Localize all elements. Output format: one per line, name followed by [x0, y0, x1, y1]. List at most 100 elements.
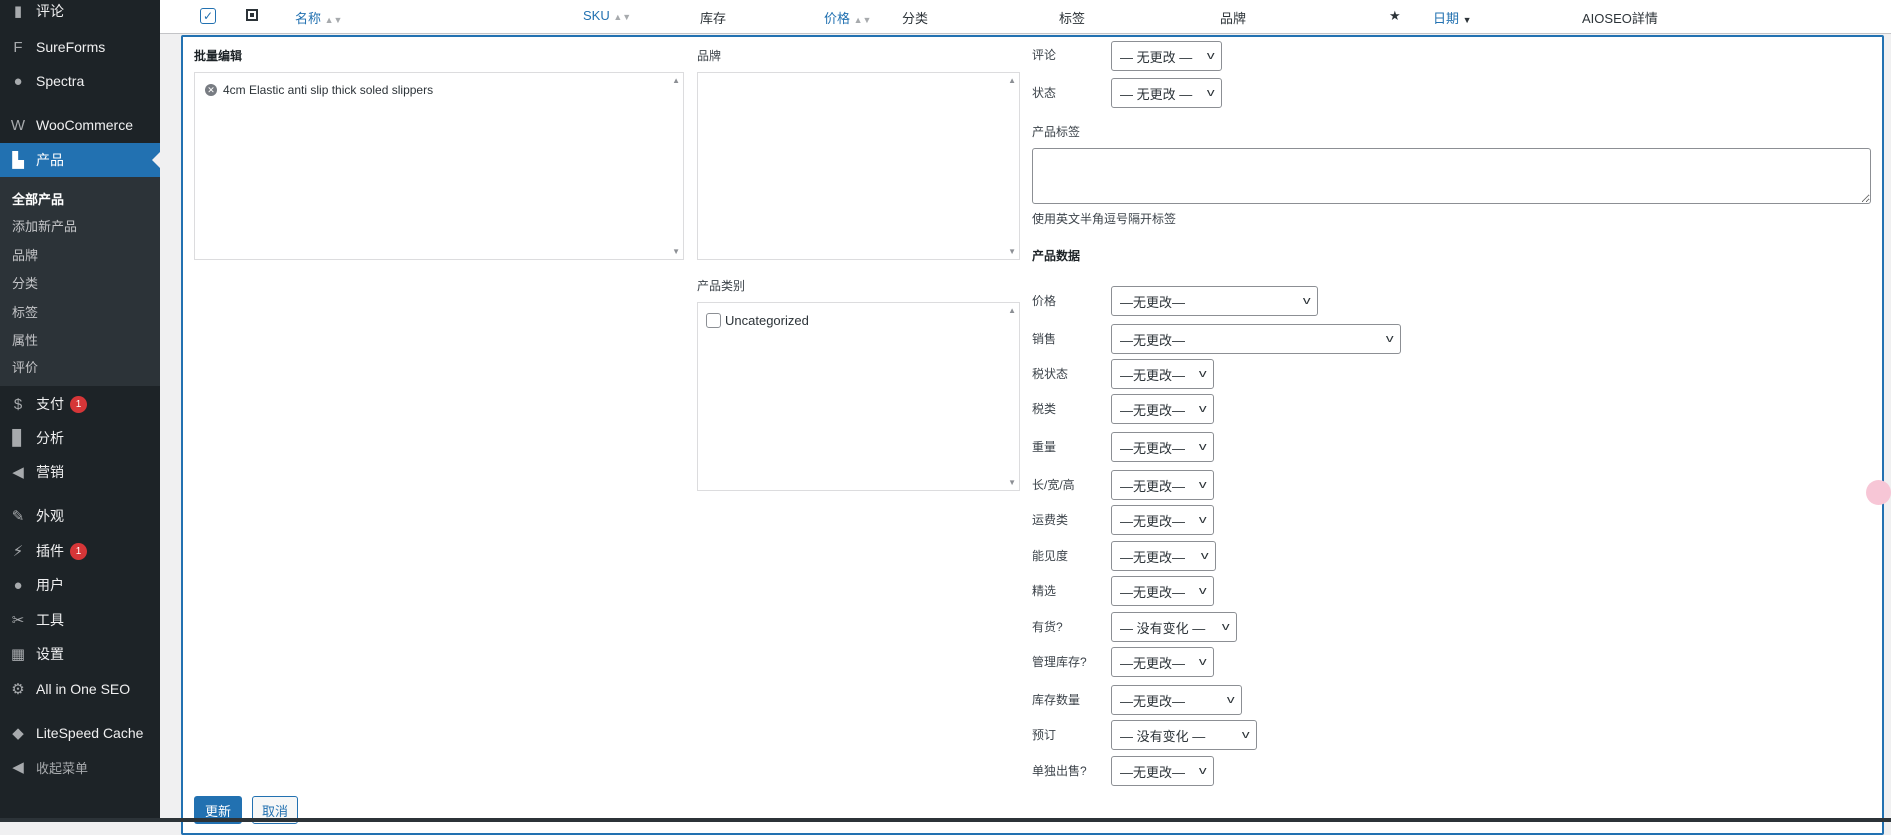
- sidebar-item-8[interactable]: ✎ 外观: [0, 499, 160, 533]
- collapse-icon: ◀: [12, 759, 24, 776]
- field-select[interactable]: —无更改— v: [1111, 359, 1214, 389]
- chevron-down-icon: v: [1198, 656, 1207, 668]
- field-select[interactable]: —无更改— v: [1111, 576, 1214, 606]
- scroll-up-icon[interactable]: ▲: [1008, 76, 1016, 85]
- column-aioseo: AIOSEO詳情: [1582, 11, 1658, 26]
- sidebar-item-11[interactable]: ✂ 工具: [0, 603, 160, 637]
- select-value: —无更改—: [1120, 402, 1186, 418]
- bottom-bar: [0, 818, 1891, 822]
- sidebar-item-7[interactable]: ◀ 营销: [0, 455, 160, 489]
- brand-list[interactable]: ▲ ▼: [697, 72, 1020, 260]
- sidebar-item-5[interactable]: $ 支付 1: [0, 387, 160, 421]
- select-value: —无更改—: [1120, 584, 1186, 600]
- sidebar-item-10[interactable]: ● 用户: [0, 568, 160, 602]
- scroll-down-icon[interactable]: ▼: [1008, 247, 1016, 256]
- sidebar-item-label: 评论: [36, 3, 64, 19]
- category-checkbox[interactable]: [706, 313, 721, 328]
- field-label: 有货?: [1032, 620, 1063, 634]
- sort-icon: ▲▼: [853, 15, 872, 25]
- payment-icon: $: [13, 395, 23, 413]
- notification-badge: 1: [70, 542, 87, 560]
- submenu-item[interactable]: 属性: [12, 330, 38, 349]
- settings-icon: ▦: [10, 646, 26, 663]
- column-price[interactable]: 价格 ▲▼: [824, 8, 871, 27]
- sidebar-item-12[interactable]: ▦ 设置: [0, 637, 160, 671]
- status-select[interactable]: — 无更改 — v: [1111, 78, 1222, 108]
- featured-star-icon[interactable]: ★: [1389, 8, 1401, 24]
- field-label: 价格: [1032, 294, 1057, 308]
- field-label: 重量: [1032, 440, 1057, 454]
- scroll-up-icon[interactable]: ▲: [1008, 306, 1016, 315]
- tags-hint: 使用英文半角逗号隔开标签: [1032, 212, 1177, 226]
- chevron-down-icon: v: [1200, 550, 1209, 562]
- field-label: 长/宽/高: [1032, 478, 1075, 492]
- select-value: — 无更改 —: [1120, 86, 1193, 102]
- sidebar-item-label: Spectra: [36, 73, 85, 89]
- category-name: Uncategorized: [725, 313, 809, 328]
- field-label: 预订: [1032, 728, 1057, 742]
- field-select[interactable]: —无更改— v: [1111, 432, 1214, 462]
- sidebar-item-6[interactable]: ▊ 分析: [0, 421, 160, 455]
- sort-icon: ▲▼: [324, 15, 343, 25]
- sidebar-item-15[interactable]: ◀ 收起菜单: [0, 750, 160, 784]
- submenu-item[interactable]: 评价: [12, 357, 38, 376]
- sureforms-icon: F: [13, 38, 23, 56]
- field-select[interactable]: — 没有变化 — v: [1111, 720, 1257, 750]
- bulk-edit-title: 批量编辑: [194, 49, 243, 63]
- remove-item-icon[interactable]: ✕: [205, 84, 217, 96]
- column-date[interactable]: 日期 ▼: [1433, 8, 1472, 27]
- chevron-down-icon: v: [1198, 368, 1207, 380]
- scroll-down-icon[interactable]: ▼: [672, 247, 680, 256]
- field-select[interactable]: —无更改— v: [1111, 505, 1214, 535]
- sidebar-item-4[interactable]: ▙ 产品: [0, 143, 160, 177]
- field-select[interactable]: —无更改— v: [1111, 756, 1214, 786]
- category-list[interactable]: Uncategorized ▲ ▼: [697, 302, 1020, 491]
- select-all-checkbox[interactable]: ✓: [200, 8, 216, 24]
- field-select[interactable]: —无更改— v: [1111, 324, 1401, 354]
- submenu-item[interactable]: 品牌: [12, 245, 38, 264]
- chevron-down-icon: v: [1198, 765, 1207, 777]
- category-option[interactable]: Uncategorized: [706, 313, 809, 328]
- spectra-icon: ●: [13, 72, 23, 90]
- column-name[interactable]: 名称 ▲▼: [295, 8, 342, 27]
- aioseo-icon: ⚙: [11, 681, 25, 698]
- sort-icon: ▲▼: [613, 12, 632, 22]
- submenu-item[interactable]: 分类: [12, 273, 38, 292]
- field-select[interactable]: — 没有变化 — v: [1111, 612, 1237, 642]
- megaphone-icon: ◀: [12, 464, 24, 481]
- sidebar-item-2[interactable]: ● Spectra: [0, 64, 160, 98]
- field-select[interactable]: —无更改— v: [1111, 541, 1216, 571]
- sort-icon: ▼: [1462, 15, 1472, 25]
- field-select[interactable]: —无更改— v: [1111, 394, 1214, 424]
- select-value: — 没有变化 —: [1120, 728, 1206, 744]
- scroll-down-icon[interactable]: ▼: [1008, 478, 1016, 487]
- sidebar-item-1[interactable]: F SureForms: [0, 30, 160, 64]
- submenu-item[interactable]: 标签: [12, 302, 38, 321]
- submenu-item[interactable]: 添加新产品: [12, 216, 77, 235]
- field-label: 精选: [1032, 584, 1057, 598]
- sidebar-item-0[interactable]: ▮ 评论: [0, 0, 160, 28]
- field-select[interactable]: —无更改— v: [1111, 647, 1214, 677]
- tags-label: 产品标签: [1032, 125, 1081, 139]
- chevron-down-icon: v: [1206, 50, 1215, 62]
- submenu-item[interactable]: 全部产品: [12, 189, 64, 208]
- sidebar-item-label: 产品: [36, 152, 64, 168]
- column-category: 分类: [902, 11, 929, 26]
- tags-textarea[interactable]: [1032, 148, 1871, 204]
- sidebar-item-3[interactable]: W WooCommerce: [0, 108, 160, 142]
- selected-items-list[interactable]: ✕ 4cm Elastic anti slip thick soled slip…: [194, 72, 684, 260]
- floating-assistant-icon[interactable]: [1866, 480, 1891, 505]
- comment-icon: ▮: [13, 3, 23, 20]
- select-value: —无更改—: [1120, 693, 1186, 709]
- field-select[interactable]: —无更改— v: [1111, 470, 1214, 500]
- field-select[interactable]: —无更改— v: [1111, 286, 1318, 316]
- scroll-up-icon[interactable]: ▲: [672, 76, 680, 85]
- column-stock: 库存: [700, 11, 727, 26]
- sidebar-item-14[interactable]: ◆ LiteSpeed Cache: [0, 716, 160, 750]
- column-sku[interactable]: SKU ▲▼: [583, 8, 631, 23]
- chevron-down-icon: v: [1302, 295, 1311, 307]
- field-select[interactable]: —无更改— v: [1111, 685, 1242, 715]
- comments-select[interactable]: — 无更改 — v: [1111, 41, 1222, 71]
- sidebar-item-9[interactable]: ⚡ 插件 1: [0, 534, 160, 568]
- sidebar-item-13[interactable]: ⚙ All in One SEO: [0, 672, 160, 706]
